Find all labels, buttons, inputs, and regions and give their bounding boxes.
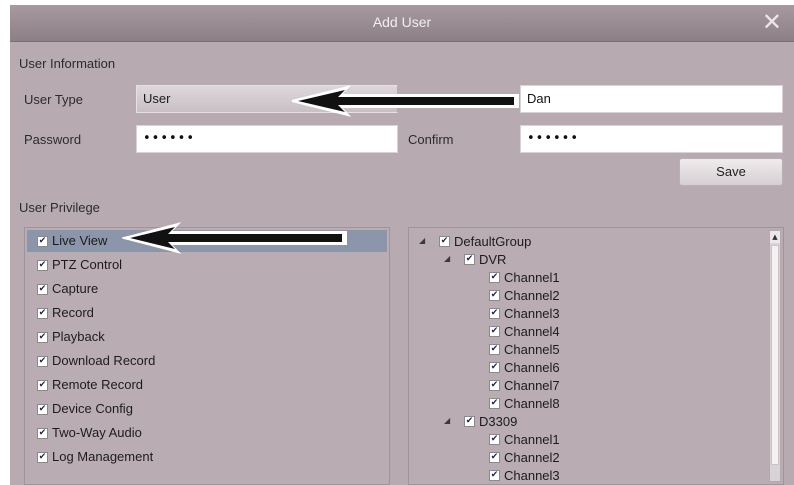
user-information-heading: User Information — [19, 56, 116, 71]
expand-triangle-icon[interactable]: ◢ — [419, 236, 425, 245]
privilege-list: ✔ Live View ✔ PTZ Control ✔ Capture ✔ Record ✔ Pl… — [24, 227, 390, 485]
checkbox-check-icon[interactable]: ✔ — [37, 284, 48, 295]
tree-item-label: Channel6 — [504, 360, 560, 375]
privilege-item[interactable]: ✔ Two-Way Audio — [27, 422, 387, 444]
checkbox-check-icon[interactable]: ✔ — [489, 452, 500, 463]
privilege-item[interactable]: ✔ PTZ Control — [27, 254, 387, 276]
expand-triangle-icon[interactable]: ◢ — [444, 416, 450, 425]
checkbox-check-icon[interactable]: ✔ — [489, 398, 500, 409]
privilege-item[interactable]: ✔ Remote Record — [27, 374, 387, 396]
tree-item-label: Channel2 — [504, 288, 560, 303]
checkbox-check-icon[interactable]: ✔ — [37, 260, 48, 271]
checkbox-check-icon[interactable]: ✔ — [489, 308, 500, 319]
tree-item-label: Channel1 — [504, 432, 560, 447]
privilege-item-label: PTZ Control — [52, 257, 123, 272]
checkbox-check-icon[interactable]: ✔ — [489, 362, 500, 373]
privilege-item-label: Playback — [52, 329, 105, 344]
tree-item-label: Channel5 — [504, 342, 560, 357]
privilege-item-label: Download Record — [52, 353, 156, 368]
tree-item-label: Channel3 — [504, 306, 560, 321]
checkbox-check-icon[interactable]: ✔ — [37, 332, 48, 343]
checkbox-check-icon[interactable]: ✔ — [489, 470, 500, 481]
tree-item-label: Channel3 — [504, 468, 560, 483]
add-user-dialog: Add User ✕ User Information User Type Us… — [10, 5, 794, 485]
checkbox-check-icon[interactable]: ✔ — [489, 326, 500, 337]
save-button[interactable]: Save — [679, 158, 783, 186]
checkbox-check-icon[interactable]: ✔ — [489, 290, 500, 301]
expand-triangle-icon[interactable]: ◢ — [444, 254, 450, 263]
privilege-item[interactable]: ✔ Capture — [27, 278, 387, 300]
tree-item-label: Channel8 — [504, 396, 560, 411]
privilege-item-label: Live View — [52, 233, 108, 248]
user-type-label: User Type — [24, 92, 84, 107]
password-field[interactable]: •••••• — [136, 125, 398, 153]
checkbox-check-icon[interactable]: ✔ — [489, 380, 500, 391]
user-privilege-heading: User Privilege — [19, 200, 100, 215]
checkbox-check-icon[interactable]: ✔ — [37, 404, 48, 415]
annotation-arrow-user-type — [291, 85, 519, 117]
privilege-item-label: Capture — [52, 281, 99, 296]
dialog-title: Add User — [372, 14, 432, 30]
checkbox-check-icon[interactable]: ✔ — [439, 236, 450, 247]
privilege-item-label: Log Management — [52, 449, 154, 464]
privilege-item[interactable]: ✔ Log Management — [27, 446, 387, 468]
checkbox-check-icon[interactable]: ✔ — [37, 428, 48, 439]
checkbox-check-icon[interactable]: ✔ — [37, 236, 48, 247]
tree-item-label: DefaultGroup — [454, 234, 532, 249]
scroll-up-icon[interactable]: ▲ — [770, 231, 780, 243]
privilege-item[interactable]: ✔ Device Config — [27, 398, 387, 420]
privilege-item-label: Remote Record — [52, 377, 144, 392]
confirm-password-field[interactable]: •••••• — [520, 125, 783, 153]
checkbox-check-icon[interactable]: ✔ — [37, 308, 48, 319]
title-bar: Add User ✕ — [10, 5, 794, 42]
checkbox-check-icon[interactable]: ✔ — [37, 380, 48, 391]
privilege-item[interactable]: ✔ Record — [27, 302, 387, 324]
privilege-item[interactable]: ✔ Playback — [27, 326, 387, 348]
tree-item-label: Channel4 — [504, 324, 560, 339]
privilege-item-label: Two-Way Audio — [52, 425, 142, 440]
privilege-item[interactable]: ✔ Download Record — [27, 350, 387, 372]
tree-item-label: Channel7 — [504, 378, 560, 393]
scroll-thumb[interactable] — [771, 245, 779, 465]
user-name-field[interactable]: Dan — [520, 85, 783, 113]
checkbox-check-icon[interactable]: ✔ — [464, 254, 475, 265]
checkbox-check-icon[interactable]: ✔ — [489, 344, 500, 355]
annotation-arrow-live-view — [122, 222, 347, 254]
tree-item-label: D3309 — [479, 414, 518, 429]
close-icon[interactable]: ✕ — [762, 9, 782, 35]
checkbox-check-icon[interactable]: ✔ — [37, 452, 48, 463]
checkbox-check-icon[interactable]: ✔ — [464, 416, 475, 427]
privilege-item-label: Device Config — [52, 401, 133, 416]
checkbox-check-icon[interactable]: ✔ — [489, 272, 500, 283]
tree-item-label: DVR — [479, 252, 507, 267]
checkbox-check-icon[interactable]: ✔ — [37, 356, 48, 367]
tree-item-label: Channel1 — [504, 270, 560, 285]
device-channel-tree: ◢ ✔ DefaultGroup ◢ ✔ DVR ✔ Channel1 ✔ Channel2 ✔ Ch… — [408, 227, 784, 485]
checkbox-check-icon[interactable]: ✔ — [489, 434, 500, 445]
confirm-label: Confirm — [408, 132, 454, 147]
privilege-item-label: Record — [52, 305, 94, 320]
password-label: Password — [24, 132, 82, 147]
tree-item-label: Channel2 — [504, 450, 560, 465]
tree-scrollbar[interactable]: ▲ — [769, 230, 781, 482]
